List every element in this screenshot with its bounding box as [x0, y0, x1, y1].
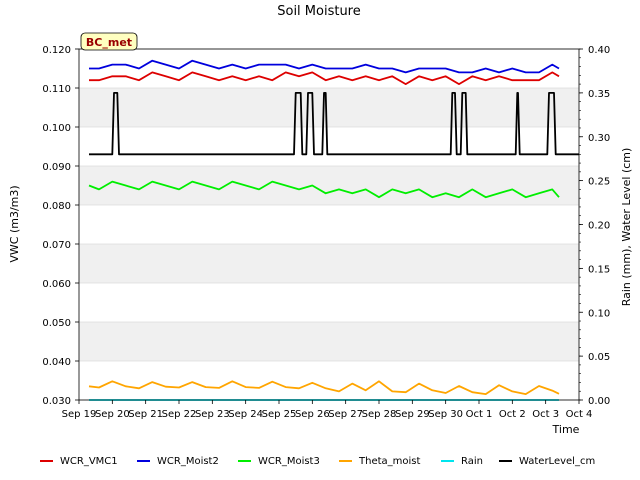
x-tick-label: Sep 28	[362, 409, 397, 420]
left-y-tick-label: 0.030	[42, 396, 71, 407]
plot-band	[79, 166, 579, 205]
left-y-tick-label: 0.070	[42, 240, 71, 251]
x-tick-label: Sep 22	[162, 409, 197, 420]
right-y-axis-label: Rain (mm), Water Level (cm)	[620, 148, 633, 307]
x-tick-label: Sep 30	[428, 409, 463, 420]
plot-band	[79, 127, 579, 166]
left-y-tick-label: 0.100	[42, 123, 71, 134]
left-y-axis-label: VWC (m3/m3)	[8, 185, 21, 262]
right-y-axis-ticks: 0.00 0.05 0.10 0.15 0.20 0.25 0.30 0.35 0.40	[579, 45, 610, 407]
legend-item-wcr-vmc1: WCR_VMC1	[40, 456, 118, 467]
right-y-tick-label: 0.05	[588, 352, 610, 363]
right-y-tick-label: 0.35	[588, 89, 610, 100]
legend-item-theta-moist: Theta_moist	[339, 456, 420, 467]
soil-moisture-chart: Sep 19Sep 20Sep 21Sep 22Sep 23Sep 24Sep …	[8, 4, 633, 467]
plot-band	[79, 244, 579, 283]
plot-band	[79, 361, 579, 400]
legend-label: WCR_Moist3	[258, 456, 320, 467]
x-tick-label: Sep 23	[195, 409, 230, 420]
legend-label: Theta_moist	[358, 456, 420, 467]
station-label: BC_met	[86, 36, 132, 49]
right-y-tick-label: 0.15	[588, 264, 610, 275]
right-y-tick-label: 0.20	[588, 221, 610, 232]
right-y-tick-label: 0.25	[588, 177, 610, 188]
x-tick-label: Sep 25	[262, 409, 297, 420]
right-y-tick-label: 0.00	[588, 396, 610, 407]
x-tick-label: Sep 19	[62, 409, 97, 420]
x-tick-label: Sep 29	[395, 409, 430, 420]
x-tick-label: Oct 1	[466, 409, 493, 420]
station-label-box: BC_met	[80, 32, 138, 51]
right-y-tick-label: 0.10	[588, 308, 610, 319]
x-axis-ticks: Sep 19Sep 20Sep 21Sep 22Sep 23Sep 24Sep …	[62, 400, 593, 420]
plot-band	[79, 322, 579, 361]
legend-item-wcr-moist2: WCR_Moist2	[137, 456, 219, 467]
legend-item-waterlevel-cm: WaterLevel_cm	[499, 456, 595, 467]
chart-title: Soil Moisture	[277, 4, 361, 19]
legend-label: WaterLevel_cm	[519, 456, 595, 467]
legend-label: WCR_Moist2	[157, 456, 219, 467]
x-tick-label: Sep 21	[128, 409, 163, 420]
left-y-tick-label: 0.110	[42, 84, 71, 95]
right-y-tick-label: 0.30	[588, 133, 610, 144]
x-tick-label: Sep 27	[328, 409, 363, 420]
left-y-tick-label: 0.080	[42, 201, 71, 212]
left-y-tick-label: 0.050	[42, 318, 71, 329]
x-tick-label: Sep 26	[295, 409, 330, 420]
right-y-tick-label: 0.40	[588, 45, 610, 56]
x-tick-label: Oct 2	[499, 409, 526, 420]
x-tick-label: Sep 24	[228, 409, 263, 420]
left-y-axis-ticks: 0.030 0.040 0.050 0.060 0.070 0.080 0.090 0.100…	[42, 45, 79, 407]
plot-band	[79, 88, 579, 127]
legend: WCR_VMC1 WCR_Moist2 WCR_Moist3 Theta_moist R…	[40, 456, 595, 467]
legend-item-rain: Rain	[441, 456, 483, 467]
x-tick-label: Oct 4	[566, 409, 593, 420]
left-y-tick-label: 0.040	[42, 357, 71, 368]
x-tick-label: Sep 20	[95, 409, 130, 420]
left-y-tick-label: 0.060	[42, 279, 71, 290]
legend-label: WCR_VMC1	[60, 456, 118, 467]
x-axis-label: Time	[552, 423, 580, 436]
left-y-tick-label: 0.120	[42, 45, 71, 56]
x-tick-label: Oct 3	[532, 409, 559, 420]
legend-label: Rain	[461, 456, 483, 467]
plot-band	[79, 283, 579, 322]
plot-background-bands	[79, 49, 579, 400]
left-y-tick-label: 0.090	[42, 162, 71, 173]
plot-band	[79, 205, 579, 244]
legend-item-wcr-moist3: WCR_Moist3	[238, 456, 320, 467]
